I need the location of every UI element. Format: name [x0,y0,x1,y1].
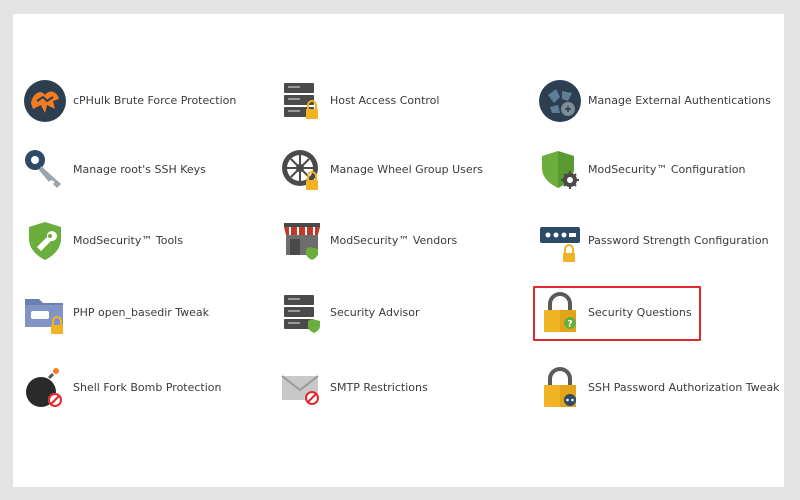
cphulk-icon [23,79,67,123]
feature-password-strength[interactable]: Password Strength Configuration [538,219,769,263]
feature-ssh-keys[interactable]: Manage root's SSH Keys [23,148,206,192]
feature-label: ModSecurity™ Tools [73,234,183,247]
feature-smtp-restrictions[interactable]: SMTP Restrictions [280,366,428,410]
password-icon [538,219,582,263]
feature-modsecurity-configuration[interactable]: ModSecurity™ Configuration [538,148,745,192]
server-shield-icon [280,291,324,335]
feature-ssh-password-authorization[interactable]: SSH Password Authorization Tweak [538,366,783,410]
padlock-dots-icon [538,366,582,410]
ssh-key-icon [23,148,67,192]
feature-label: Host Access Control [330,94,440,107]
feature-label: SSH Password Authorization Tweak [588,381,780,394]
feature-label: Security Advisor [330,306,420,319]
feature-modsecurity-tools[interactable]: ModSecurity™ Tools [23,219,183,263]
feature-label: cPHulk Brute Force Protection [73,94,237,107]
server-lock-icon [280,79,324,123]
shield-wrench-icon [23,219,67,263]
feature-label: SMTP Restrictions [330,381,428,394]
external-auth-icon [538,79,582,123]
bomb-icon [23,366,67,410]
feature-security-advisor[interactable]: Security Advisor [280,291,420,335]
feature-label: Manage root's SSH Keys [73,163,206,176]
feature-label: Manage External Authentications [588,94,771,107]
feature-wheel-group[interactable]: Manage Wheel Group Users [280,148,483,192]
feature-host-access-control[interactable]: Host Access Control [280,79,439,123]
shield-gear-icon [538,148,582,192]
envelope-block-icon [280,366,324,410]
feature-shell-fork-bomb[interactable]: Shell Fork Bomb Protection [23,366,222,410]
feature-label: PHP open_basedir Tweak [73,306,210,319]
feature-label: Password Strength Configuration [588,234,769,247]
feature-cphulk[interactable]: cPHulk Brute Force Protection [23,79,236,123]
feature-label: Shell Fork Bomb Protection [73,381,222,394]
feature-external-authentications[interactable]: Manage External Authentications [538,79,771,123]
feature-modsecurity-vendors[interactable]: ModSecurity™ Vendors [280,219,457,263]
feature-label: ModSecurity™ Configuration [588,163,746,176]
security-center-panel: cPHulk Brute Force Protection Host Acces… [13,14,784,487]
feature-label: ModSecurity™ Vendors [330,234,458,247]
highlight-box [533,286,701,341]
feature-php-open-basedir[interactable]: PHP open_basedir Tweak [23,291,209,335]
wheel-group-icon [280,148,324,192]
feature-label: Manage Wheel Group Users [330,163,483,176]
storefront-icon [280,219,324,263]
php-folder-icon [23,291,67,335]
